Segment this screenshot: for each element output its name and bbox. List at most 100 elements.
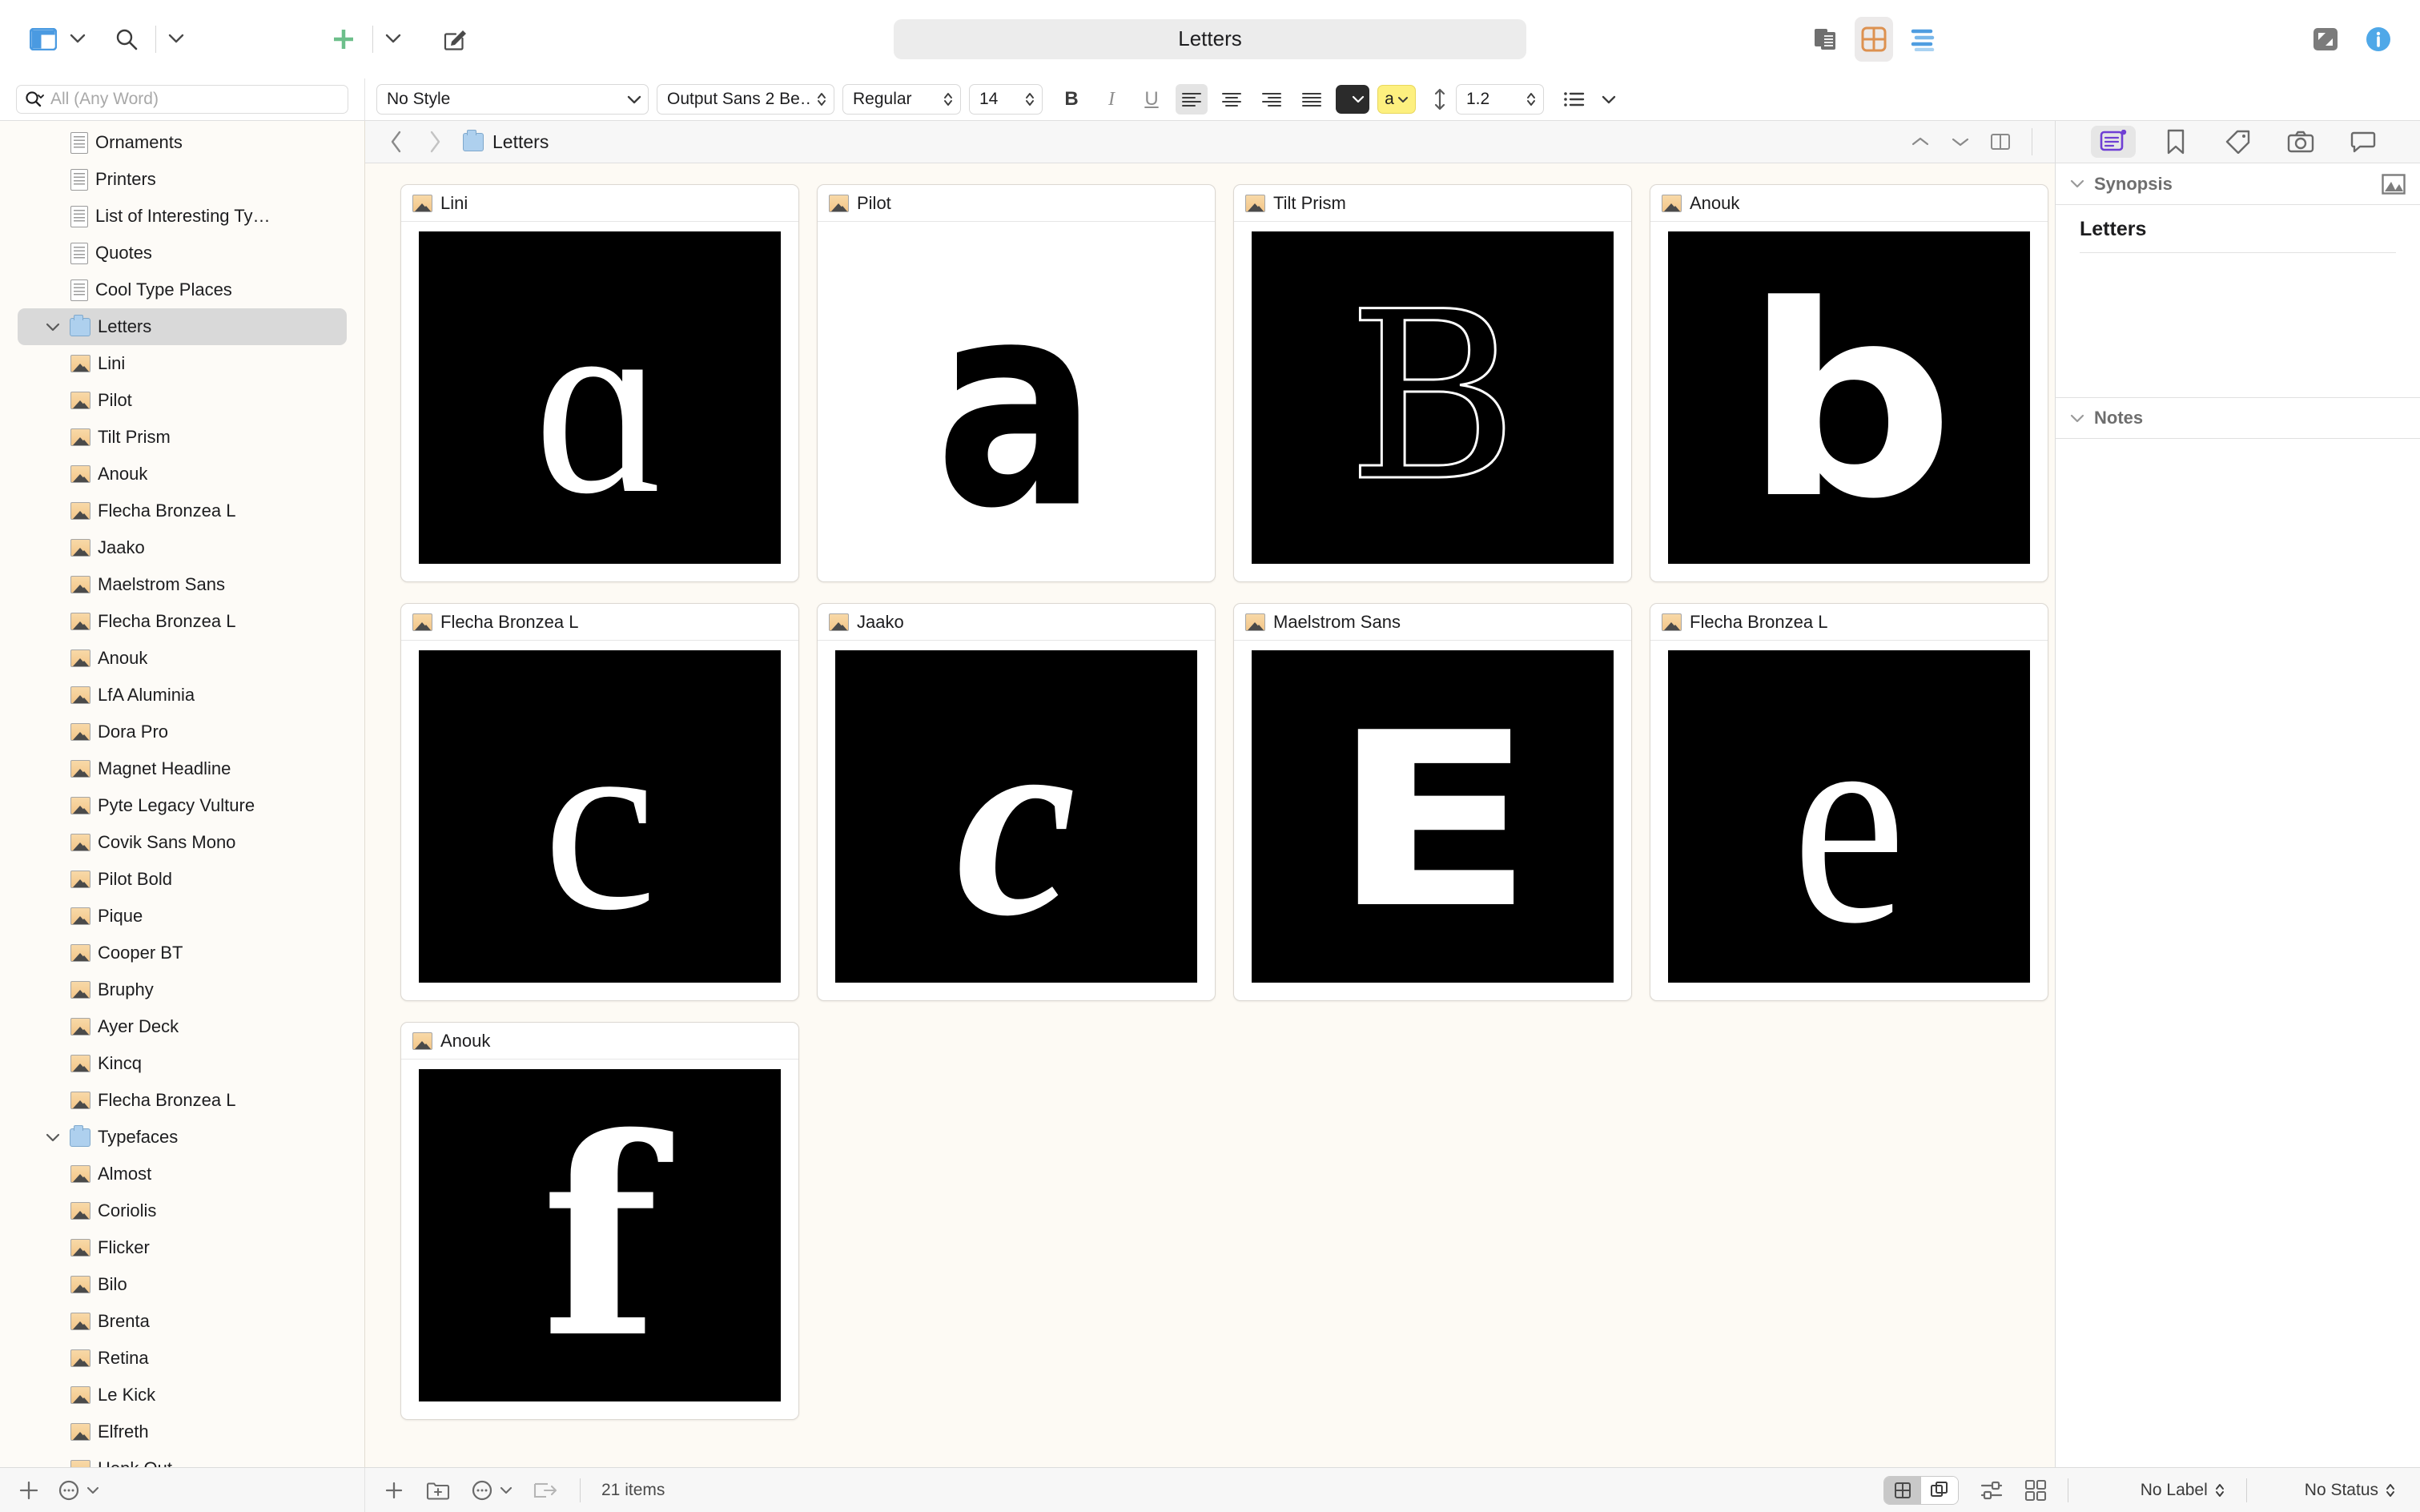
synopsis-image-icon[interactable] bbox=[2382, 173, 2406, 195]
corkboard-options-button[interactable] bbox=[1980, 1479, 2004, 1502]
notes-body[interactable] bbox=[2056, 439, 2420, 1467]
snapshots-tab[interactable] bbox=[2278, 126, 2323, 158]
move-to-button[interactable] bbox=[533, 1481, 559, 1500]
binder-item-bruphy[interactable]: Bruphy bbox=[18, 971, 347, 1008]
binder-item-almost[interactable]: Almost bbox=[18, 1156, 347, 1192]
corkboard-card[interactable]: Maelstrom Sans E bbox=[1233, 603, 1632, 1001]
corkboard-card[interactable]: Pilot a bbox=[817, 184, 1216, 582]
align-center-button[interactable] bbox=[1216, 84, 1248, 115]
compose-button[interactable] bbox=[436, 17, 474, 62]
search-input[interactable]: All (Any Word) bbox=[16, 85, 348, 114]
align-right-button[interactable] bbox=[1256, 84, 1288, 115]
chevron-down-icon[interactable] bbox=[2070, 179, 2084, 188]
binder-item-flecha-bronzea-l[interactable]: Flecha Bronzea L bbox=[18, 1082, 347, 1119]
inspector-toggle-button[interactable] bbox=[2359, 17, 2398, 62]
binder-item-flecha-bronzea-l[interactable]: Flecha Bronzea L bbox=[18, 493, 347, 529]
synopsis-section-header[interactable]: Synopsis bbox=[2056, 163, 2420, 205]
binder-item-bilo[interactable]: Bilo bbox=[18, 1266, 347, 1303]
outliner-view-button[interactable] bbox=[1903, 17, 1941, 62]
binder-item-dora-pro[interactable]: Dora Pro bbox=[18, 714, 347, 750]
chevron-down-icon[interactable] bbox=[2070, 414, 2084, 423]
new-document-button[interactable] bbox=[383, 1479, 405, 1502]
forward-button[interactable] bbox=[421, 128, 448, 155]
binder-item-pique[interactable]: Pique bbox=[18, 898, 347, 935]
corkboard-card[interactable]: Tilt Prism B bbox=[1233, 184, 1632, 582]
binder-item-flecha-bronzea-l[interactable]: Flecha Bronzea L bbox=[18, 603, 347, 640]
corkboard-card[interactable]: Lini ɑ bbox=[400, 184, 799, 582]
inspector-tab-bar[interactable] bbox=[2056, 121, 2420, 163]
corkboard-view-button[interactable] bbox=[1855, 16, 1893, 62]
document-actions-button[interactable] bbox=[471, 1479, 513, 1502]
highlight-color-button[interactable]: a bbox=[1377, 85, 1416, 114]
corkboard-card[interactable]: Flecha Bronzea L c bbox=[400, 603, 799, 1001]
notes-section-header[interactable]: Notes bbox=[2056, 397, 2420, 439]
text-color-button[interactable] bbox=[1336, 85, 1369, 114]
font-weight-dropdown[interactable]: Regular bbox=[842, 84, 961, 115]
binder-item-maelstrom-sans[interactable]: Maelstrom Sans bbox=[18, 566, 347, 603]
line-spacing-stepper[interactable]: 1.2 bbox=[1456, 84, 1544, 115]
sidebar-options-chevron[interactable] bbox=[67, 34, 88, 44]
style-dropdown[interactable]: No Style bbox=[376, 84, 649, 115]
binder-item-pilot[interactable]: Pilot bbox=[18, 382, 347, 419]
disclosure-chevron-icon[interactable] bbox=[43, 1133, 62, 1142]
composition-mode-button[interactable] bbox=[2306, 17, 2345, 62]
search-button[interactable] bbox=[107, 17, 146, 62]
list-button[interactable] bbox=[1558, 84, 1590, 115]
disclosure-chevron-icon[interactable] bbox=[43, 323, 62, 332]
notes-tab[interactable] bbox=[2090, 126, 2136, 158]
stack-mode-button[interactable] bbox=[1920, 1476, 1958, 1504]
binder-item-cool-type-places[interactable]: Cool Type Places bbox=[18, 271, 347, 308]
binder-item-pilot-bold[interactable]: Pilot Bold bbox=[18, 861, 347, 898]
sidebar-toggle-button[interactable] bbox=[24, 17, 62, 62]
italic-button[interactable]: I bbox=[1095, 84, 1128, 115]
binder-item-ornaments[interactable]: Ornaments bbox=[18, 124, 347, 161]
card-size-button[interactable] bbox=[2024, 1479, 2047, 1502]
binder-item-anouk[interactable]: Anouk bbox=[18, 456, 347, 493]
binder-item-elfreth[interactable]: Elfreth bbox=[18, 1413, 347, 1450]
status-selector[interactable]: No Status bbox=[2305, 1481, 2396, 1500]
underline-button[interactable]: U bbox=[1136, 84, 1168, 115]
binder-item-list-of-interesting-ty[interactable]: List of Interesting Ty… bbox=[18, 198, 347, 235]
search-options-chevron[interactable] bbox=[166, 34, 187, 44]
bookmarks-tab[interactable] bbox=[2153, 126, 2198, 158]
binder-item-retina[interactable]: Retina bbox=[18, 1340, 347, 1377]
binder-sidebar[interactable]: Ornaments Printers List of Interesting Ty…… bbox=[0, 121, 365, 1467]
new-folder-button[interactable] bbox=[426, 1480, 450, 1501]
binder-item-flicker[interactable]: Flicker bbox=[18, 1229, 347, 1266]
align-left-button[interactable] bbox=[1176, 84, 1208, 115]
binder-item-printers[interactable]: Printers bbox=[18, 161, 347, 198]
synopsis-body[interactable]: Letters bbox=[2056, 205, 2420, 397]
corkboard-card[interactable]: Anouk f bbox=[400, 1022, 799, 1420]
scrivenings-view-button[interactable] bbox=[1807, 17, 1845, 62]
binder-item-lini[interactable]: Lini bbox=[18, 345, 347, 382]
binder-item-anouk[interactable]: Anouk bbox=[18, 640, 347, 677]
binder-item-cooper-bt[interactable]: Cooper BT bbox=[18, 935, 347, 971]
binder-options-button[interactable] bbox=[58, 1479, 99, 1502]
corkboard-grid[interactable]: Lini ɑ Pilot a Tilt Prism B Anouk b Flecha Bronz… bbox=[365, 163, 2055, 1467]
bold-button[interactable]: B bbox=[1055, 84, 1087, 115]
font-size-stepper[interactable]: 14 bbox=[969, 84, 1043, 115]
corkboard-card[interactable]: Jaako c bbox=[817, 603, 1216, 1001]
binder-item-pyte-legacy-vulture[interactable]: Pyte Legacy Vulture bbox=[18, 787, 347, 824]
next-document-button[interactable] bbox=[1947, 128, 1974, 155]
corkboard-mode-toggle[interactable] bbox=[1883, 1475, 1959, 1505]
binder-item-henk-out[interactable]: Henk Out bbox=[18, 1450, 347, 1467]
binder-item-magnet-headline[interactable]: Magnet Headline bbox=[18, 750, 347, 787]
label-selector[interactable]: No Label bbox=[2141, 1481, 2225, 1500]
binder-item-typefaces[interactable]: Typefaces bbox=[18, 1119, 347, 1156]
list-options-chevron[interactable] bbox=[1598, 95, 1619, 104]
corkboard-card[interactable]: Anouk b bbox=[1650, 184, 2048, 582]
binder-item-quotes[interactable]: Quotes bbox=[18, 235, 347, 271]
binder-item-jaako[interactable]: Jaako bbox=[18, 529, 347, 566]
document-title-field[interactable]: Letters bbox=[894, 18, 1526, 59]
add-item-button[interactable] bbox=[18, 1479, 40, 1502]
binder-item-coriolis[interactable]: Coriolis bbox=[18, 1192, 347, 1229]
back-button[interactable] bbox=[383, 128, 410, 155]
metadata-tab[interactable] bbox=[2216, 126, 2261, 158]
split-editor-button[interactable] bbox=[1987, 128, 2014, 155]
binder-item-le-kick[interactable]: Le Kick bbox=[18, 1377, 347, 1413]
align-justify-button[interactable] bbox=[1296, 84, 1328, 115]
binder-item-kincq[interactable]: Kincq bbox=[18, 1045, 347, 1082]
add-options-chevron[interactable] bbox=[383, 34, 404, 44]
binder-item-brenta[interactable]: Brenta bbox=[18, 1303, 347, 1340]
